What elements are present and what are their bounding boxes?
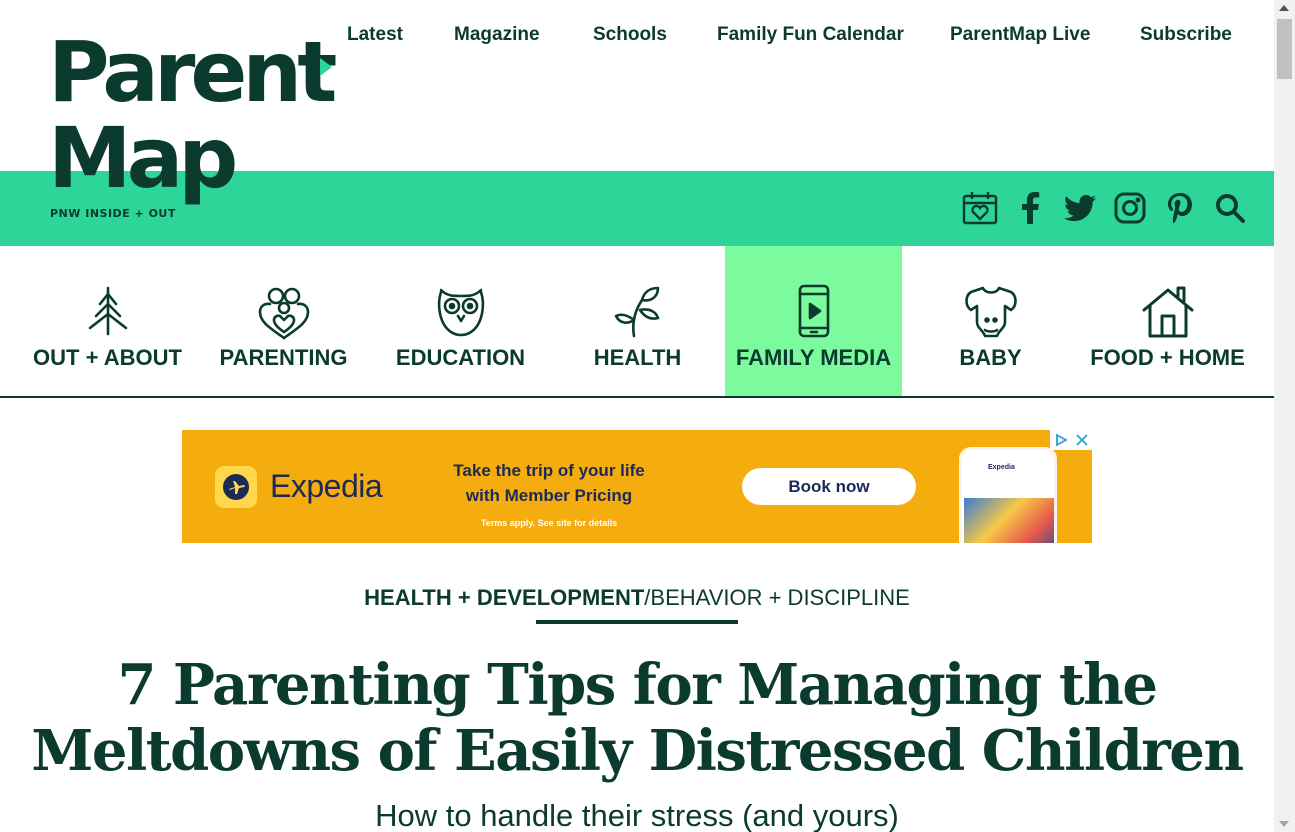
adchoices-icon[interactable] — [1054, 433, 1068, 447]
category-label: BABY — [959, 345, 1022, 370]
house-icon — [1142, 286, 1193, 338]
top-nav-subscribe[interactable]: Subscribe — [1140, 24, 1232, 46]
logo-line-2: Map — [48, 109, 238, 207]
scroll-down-arrow-icon[interactable] — [1279, 821, 1289, 827]
logo-tagline: PNW INSIDE + OUT — [50, 207, 176, 220]
top-nav: Latest Magazine Schools Family Fun Calen… — [0, 24, 1274, 52]
expedia-ad-banner[interactable]: Expedia Take the trip of your life with … — [182, 430, 1092, 543]
facebook-icon[interactable] — [1012, 190, 1048, 226]
search-icon[interactable] — [1212, 190, 1248, 226]
social-icons — [962, 190, 1252, 226]
family-heart-icon — [258, 287, 309, 340]
category-health[interactable]: HEALTH — [549, 246, 726, 396]
owl-icon — [437, 288, 484, 337]
category-label: FAMILY MEDIA — [735, 345, 892, 370]
ad-phone-image — [964, 498, 1054, 543]
calendar-heart-icon[interactable] — [962, 190, 998, 226]
category-label: FOOD + HOME — [1090, 345, 1245, 370]
kicker-primary-link[interactable]: HEALTH + DEVELOPMENT — [364, 585, 644, 610]
tree-icon — [88, 286, 127, 336]
ad-phone-label: Expedia — [988, 464, 1015, 471]
ad-brand-name: Expedia — [270, 468, 383, 504]
expedia-logo-icon — [215, 466, 257, 508]
article-title: 7 Parenting Tips for Managing the Meltdo… — [31, 652, 1244, 784]
category-label: OUT + ABOUT — [33, 345, 182, 370]
category-family-media[interactable]: FAMILY MEDIA — [725, 246, 902, 396]
top-nav-parentmap-live[interactable]: ParentMap Live — [950, 24, 1090, 46]
article-subtitle: How to handle their stress (and yours) — [375, 798, 899, 832]
vertical-scrollbar[interactable] — [1274, 0, 1295, 832]
article-kicker: HEALTH + DEVELOPMENT/BEHAVIOR + DISCIPLI… — [0, 585, 1274, 611]
page: Parent Map PNW INSIDE + OUT Latest Magaz… — [0, 0, 1274, 832]
kicker-secondary-link[interactable]: BEHAVIOR + DISCIPLINE — [650, 585, 909, 610]
scroll-up-arrow-icon[interactable] — [1279, 5, 1289, 11]
category-parenting[interactable]: PARENTING — [195, 246, 372, 396]
category-label: EDUCATION — [395, 345, 526, 370]
top-nav-schools[interactable]: Schools — [593, 24, 667, 46]
category-label: PARENTING — [219, 345, 348, 370]
category-out-about[interactable]: OUT + ABOUT — [19, 246, 196, 396]
kicker-divider — [536, 620, 738, 624]
ad-headline: Take the trip of your life with Member P… — [453, 461, 645, 505]
ad-book-now-button[interactable]: Book now — [742, 468, 916, 505]
ad-phone-mockup: Expedia — [959, 447, 1057, 543]
pinterest-icon[interactable] — [1162, 190, 1198, 226]
scrollbar-thumb[interactable] — [1277, 19, 1292, 79]
instagram-icon[interactable] — [1112, 190, 1148, 226]
top-nav-family-fun-calendar[interactable]: Family Fun Calendar — [717, 24, 904, 46]
close-icon[interactable] — [1076, 434, 1088, 446]
ad-terms: Terms apply. See site for details — [480, 518, 618, 528]
top-nav-magazine[interactable]: Magazine — [454, 24, 540, 46]
sprout-icon — [614, 286, 659, 338]
logo-play-triangle — [320, 58, 332, 76]
twitter-icon[interactable] — [1062, 190, 1098, 226]
top-nav-latest[interactable]: Latest — [347, 24, 403, 46]
onesie-icon — [964, 286, 1017, 338]
category-nav: OUT + ABOUT PARENTING EDUCATION HEALTH F… — [0, 246, 1274, 398]
phone-play-icon — [798, 284, 829, 338]
category-baby[interactable]: BABY — [902, 246, 1079, 396]
parentmap-logo[interactable]: Parent Map PNW INSIDE + OUT — [48, 30, 338, 225]
category-label: HEALTH — [593, 345, 682, 370]
category-education[interactable]: EDUCATION — [372, 246, 549, 396]
category-food-home[interactable]: FOOD + HOME — [1079, 246, 1256, 396]
ad-choices[interactable] — [1050, 430, 1092, 450]
